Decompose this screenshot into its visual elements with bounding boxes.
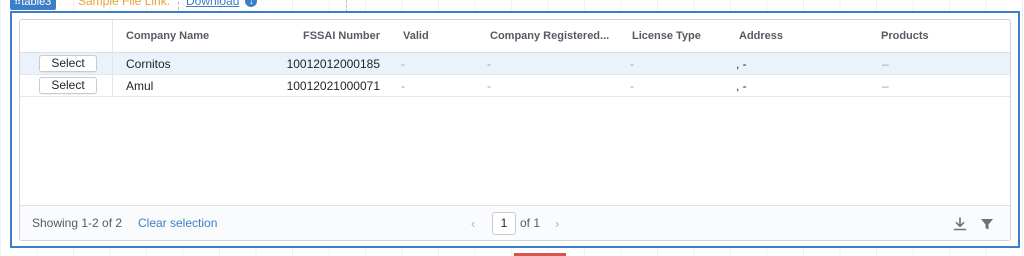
fssai-number-cell: 10012021000071 xyxy=(286,79,380,93)
filter-icon[interactable] xyxy=(979,216,995,232)
header-valid[interactable]: Valid xyxy=(403,20,429,53)
page-number-input[interactable]: 1 xyxy=(492,212,516,235)
table-widget[interactable]: Company Name FSSAI Number Valid Company … xyxy=(10,11,1020,248)
select-cell: Select xyxy=(20,53,113,75)
select-cell: Select xyxy=(20,75,113,97)
company-name-cell: Amul xyxy=(126,79,154,93)
sample-file-label: Sample File Link: xyxy=(78,0,171,8)
address-cell: , - xyxy=(736,57,747,71)
fssai-number-cell: 10012012000185 xyxy=(286,57,380,71)
table: Company Name FSSAI Number Valid Company … xyxy=(19,19,1011,241)
header-address[interactable]: Address xyxy=(739,20,783,53)
download-circle-icon: ↓ xyxy=(245,0,258,7)
header-select-column xyxy=(20,20,113,53)
license-type-cell: - xyxy=(630,57,634,71)
table-header: Company Name FSSAI Number Valid Company … xyxy=(20,20,1010,53)
products-cell: – xyxy=(882,57,889,71)
showing-count: Showing 1-2 of 2 xyxy=(32,216,123,230)
clear-selection-link[interactable]: Clear selection xyxy=(138,206,217,240)
chevron-left-icon[interactable]: ‹ xyxy=(471,206,475,240)
chevron-right-icon[interactable]: › xyxy=(555,206,559,240)
header-company-name[interactable]: Company Name xyxy=(126,20,209,53)
company-registered-cell: - xyxy=(487,57,491,71)
component-tag-label: table3 xyxy=(21,0,52,8)
table-row[interactable]: Select Amul 10012021000071 - - - , - – xyxy=(20,75,1010,97)
select-button[interactable]: Select xyxy=(39,77,97,94)
download-link[interactable]: Download ↓ xyxy=(186,0,258,8)
header-company-registered[interactable]: Company Registered... xyxy=(490,20,612,53)
company-registered-cell: - xyxy=(487,79,491,93)
select-button[interactable]: Select xyxy=(39,55,97,72)
valid-cell: - xyxy=(401,57,405,71)
download-icon[interactable] xyxy=(952,216,968,232)
component-tag[interactable]: ⠿table3 xyxy=(10,0,56,10)
address-cell: , - xyxy=(736,79,747,93)
drag-grip-icon: ⠿ xyxy=(14,0,21,8)
valid-cell: - xyxy=(401,79,405,93)
divider xyxy=(178,0,179,10)
download-link-label: Download xyxy=(186,0,240,8)
products-cell: – xyxy=(882,79,889,93)
table-row[interactable]: Select Cornitos 10012012000185 - - - , -… xyxy=(20,53,1010,75)
header-license-type[interactable]: License Type xyxy=(632,20,701,53)
header-fssai-number[interactable]: FSSAI Number xyxy=(303,20,380,53)
page-total: of 1 xyxy=(520,216,541,230)
table-footer: Showing 1-2 of 2 Clear selection ‹ 1 of … xyxy=(20,205,1010,240)
license-type-cell: - xyxy=(630,79,634,93)
company-name-cell: Cornitos xyxy=(126,57,171,71)
header-products[interactable]: Products xyxy=(881,20,929,53)
